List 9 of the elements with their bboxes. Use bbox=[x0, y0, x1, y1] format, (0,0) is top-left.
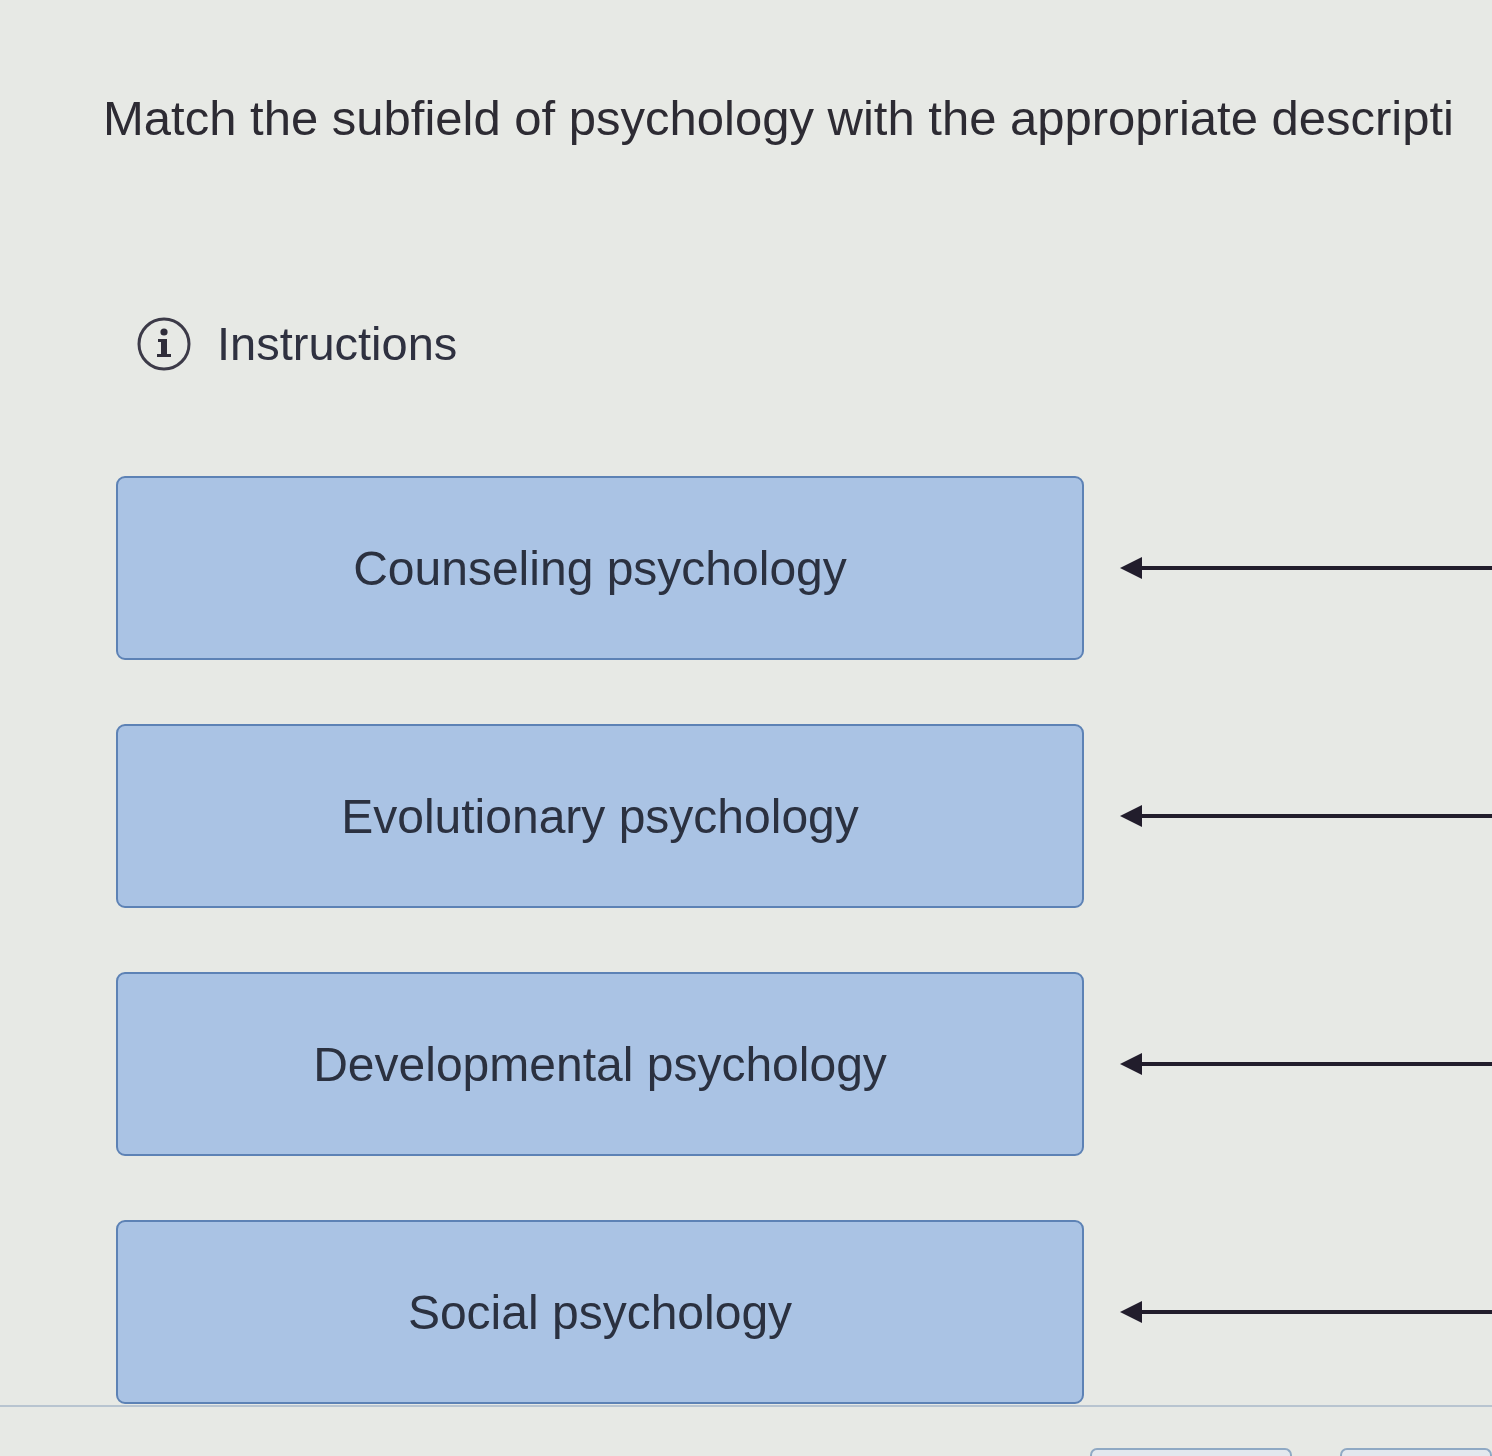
info-icon bbox=[137, 317, 191, 371]
subfield-card[interactable]: Evolutionary psychology bbox=[116, 724, 1084, 908]
footer-button[interactable] bbox=[1340, 1448, 1492, 1456]
footer-button[interactable] bbox=[1090, 1448, 1292, 1456]
question-title: Match the subfield of psychology with the appropriate descripti bbox=[103, 90, 1454, 146]
subfield-card[interactable]: Social psychology bbox=[116, 1220, 1084, 1404]
subfield-card[interactable]: Counseling psychology bbox=[116, 476, 1084, 660]
instructions-link[interactable]: Instructions bbox=[217, 316, 458, 372]
subfield-card[interactable]: Developmental psychology bbox=[116, 972, 1084, 1156]
